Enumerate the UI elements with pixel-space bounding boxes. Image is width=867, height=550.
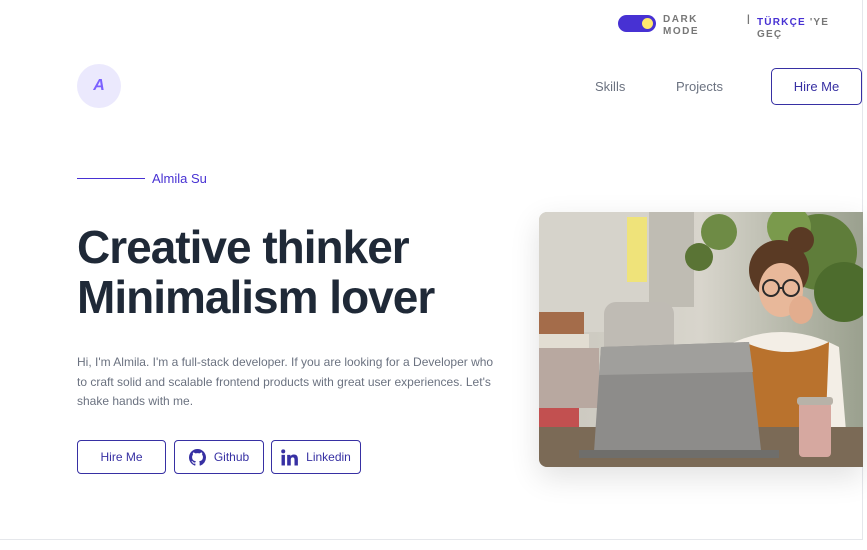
linkedin-icon [281,448,299,465]
hire-me-button[interactable]: Hire Me [77,440,166,474]
github-icon [188,448,206,466]
dark-mode-toggle[interactable] [618,15,656,32]
page-frame: DARK MODE | TÜRKÇE 'YE GEÇ A Skills Proj… [0,0,863,540]
language-switch-label[interactable]: TÜRKÇE 'YE GEÇ [757,17,839,41]
linkedin-button[interactable]: Linkedin [271,440,361,474]
hero-description: Hi, I'm Almila. I'm a full-stack develop… [77,355,494,408]
nav-skills-link[interactable]: Skills [595,79,625,94]
name-divider [77,178,145,179]
hero-name: Almila Su [152,171,207,186]
linkedin-label: Linkedin [306,450,351,464]
language-highlight: TÜRKÇE [757,17,806,28]
nav-hire-button[interactable]: Hire Me [771,68,862,105]
woman-with-laptop-image [539,212,863,467]
toggle-knob [642,18,653,29]
hero-headline: Creative thinker Minimalism lover [77,221,435,323]
headline-line-2: Minimalism lover [77,271,435,323]
dark-mode-label: DARK MODE [663,14,699,37]
hire-me-label: Hire Me [100,450,143,464]
hero-photo [539,212,863,467]
logo[interactable]: A [77,64,121,108]
github-label: Github [213,450,250,464]
theme-bar: DARK MODE | [618,14,750,38]
github-button[interactable]: Github [174,440,264,474]
language-switch[interactable]: TÜRKÇE 'YE GEÇ [757,17,847,41]
nav-projects-link[interactable]: Projects [676,79,723,94]
headline-line-1: Creative thinker [77,221,410,273]
separator: | [747,14,750,25]
logo-letter: A [93,77,105,94]
